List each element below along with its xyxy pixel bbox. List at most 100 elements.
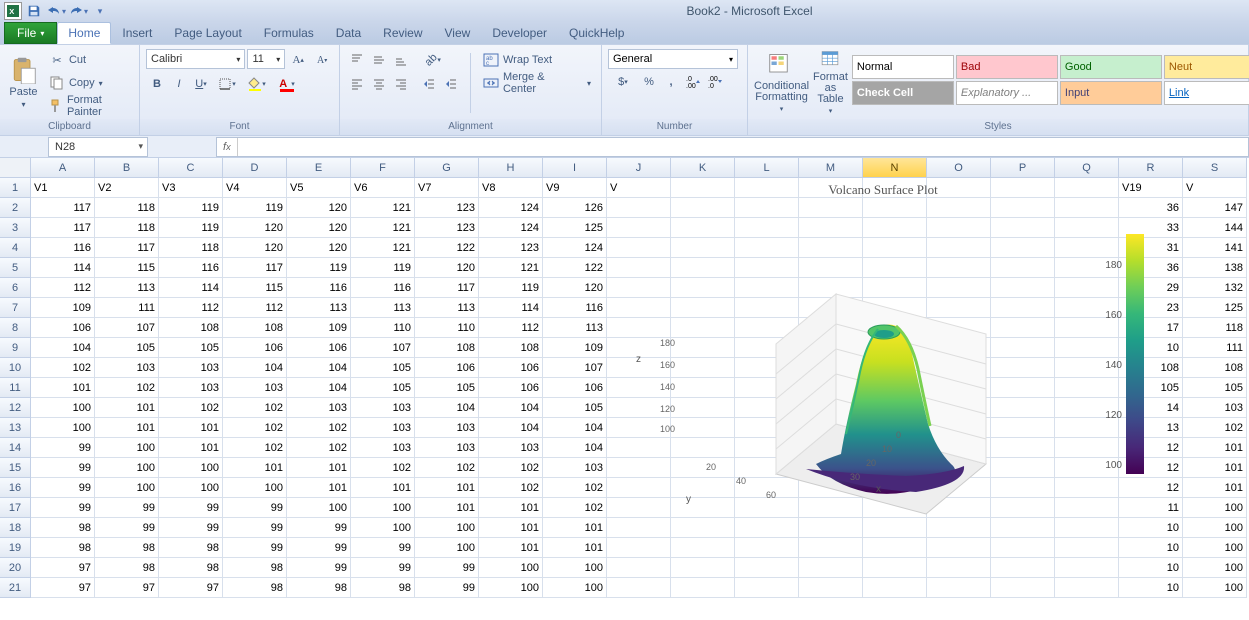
row-header[interactable]: 4: [0, 238, 31, 258]
cell[interactable]: 114: [31, 258, 95, 278]
cell[interactable]: 120: [543, 278, 607, 298]
cell[interactable]: 102: [415, 458, 479, 478]
select-all-corner[interactable]: [0, 158, 31, 178]
row-header[interactable]: 3: [0, 218, 31, 238]
cell[interactable]: 117: [223, 258, 287, 278]
row-header[interactable]: 1: [0, 178, 31, 198]
percent-button[interactable]: %: [638, 71, 660, 93]
cell[interactable]: 102: [223, 418, 287, 438]
cell[interactable]: 117: [31, 218, 95, 238]
row-header[interactable]: 2: [0, 198, 31, 218]
cell[interactable]: 98: [287, 578, 351, 598]
cell[interactable]: 118: [1183, 318, 1247, 338]
cell[interactable]: 105: [1183, 378, 1247, 398]
cell[interactable]: 100: [479, 578, 543, 598]
cell[interactable]: 104: [479, 398, 543, 418]
row-header[interactable]: 7: [0, 298, 31, 318]
tab-data[interactable]: Data: [325, 22, 372, 44]
column-header[interactable]: J: [607, 158, 671, 178]
column-header[interactable]: K: [671, 158, 735, 178]
grow-font-button[interactable]: A▴: [287, 49, 309, 71]
cell[interactable]: 141: [1183, 238, 1247, 258]
save-button[interactable]: [24, 2, 44, 20]
cell[interactable]: 101: [95, 418, 159, 438]
cell[interactable]: 121: [351, 218, 415, 238]
cell[interactable]: 120: [415, 258, 479, 278]
cell[interactable]: 111: [95, 298, 159, 318]
name-box[interactable]: N28: [48, 137, 148, 157]
cell[interactable]: 103: [95, 358, 159, 378]
column-header[interactable]: F: [351, 158, 415, 178]
cell[interactable]: 105: [351, 378, 415, 398]
cell[interactable]: 98: [351, 578, 415, 598]
cell[interactable]: 99: [287, 538, 351, 558]
cell[interactable]: 101: [95, 398, 159, 418]
cell[interactable]: 100: [31, 418, 95, 438]
cell[interactable]: 100: [1183, 578, 1247, 598]
cell[interactable]: 107: [543, 358, 607, 378]
cell[interactable]: 99: [159, 498, 223, 518]
cell[interactable]: 112: [31, 278, 95, 298]
style-good[interactable]: Good: [1060, 55, 1162, 79]
cell[interactable]: 108: [223, 318, 287, 338]
cell[interactable]: 102: [479, 458, 543, 478]
style-neutral[interactable]: Neut: [1164, 55, 1249, 79]
cell[interactable]: 102: [543, 478, 607, 498]
row-header[interactable]: 11: [0, 378, 31, 398]
cell[interactable]: 120: [287, 218, 351, 238]
row-header[interactable]: 21: [0, 578, 31, 598]
cell[interactable]: 99: [223, 538, 287, 558]
cell[interactable]: 103: [159, 378, 223, 398]
cell[interactable]: 106: [415, 358, 479, 378]
cell[interactable]: 100: [415, 518, 479, 538]
cell[interactable]: 100: [1183, 498, 1247, 518]
cell[interactable]: 99: [223, 518, 287, 538]
column-header[interactable]: L: [735, 158, 799, 178]
cell[interactable]: 104: [287, 358, 351, 378]
cell[interactable]: 100: [95, 438, 159, 458]
column-header[interactable]: O: [927, 158, 991, 178]
cell[interactable]: 125: [1183, 298, 1247, 318]
cell[interactable]: 108: [479, 338, 543, 358]
cell[interactable]: 124: [479, 218, 543, 238]
cell[interactable]: 100: [543, 578, 607, 598]
cell[interactable]: V6: [351, 178, 415, 198]
cell[interactable]: V7: [415, 178, 479, 198]
cell[interactable]: 121: [351, 238, 415, 258]
cell[interactable]: 101: [159, 418, 223, 438]
cell[interactable]: 103: [543, 458, 607, 478]
cell[interactable]: 100: [1183, 558, 1247, 578]
cell[interactable]: 104: [223, 358, 287, 378]
cell[interactable]: 104: [543, 438, 607, 458]
cell[interactable]: 101: [31, 378, 95, 398]
row-header[interactable]: 19: [0, 538, 31, 558]
cell[interactable]: 106: [287, 338, 351, 358]
cell[interactable]: 101: [479, 498, 543, 518]
cell[interactable]: 100: [159, 478, 223, 498]
cell[interactable]: 120: [223, 238, 287, 258]
cell[interactable]: 99: [31, 438, 95, 458]
column-header[interactable]: G: [415, 158, 479, 178]
cell[interactable]: 97: [95, 578, 159, 598]
cell[interactable]: 104: [479, 418, 543, 438]
align-center-button[interactable]: [368, 73, 390, 95]
cell[interactable]: 101: [223, 458, 287, 478]
cell[interactable]: 99: [223, 498, 287, 518]
cell[interactable]: 112: [479, 318, 543, 338]
tab-developer[interactable]: Developer: [481, 22, 558, 44]
cell[interactable]: 98: [159, 538, 223, 558]
cell[interactable]: 113: [415, 298, 479, 318]
cell[interactable]: 116: [287, 278, 351, 298]
format-painter-button[interactable]: Format Painter: [45, 95, 133, 117]
cell[interactable]: 110: [415, 318, 479, 338]
cell[interactable]: 119: [479, 278, 543, 298]
tab-file[interactable]: File▾: [4, 22, 57, 44]
cell[interactable]: 98: [31, 518, 95, 538]
accounting-format-button[interactable]: $▾: [608, 71, 638, 93]
cell[interactable]: 113: [543, 318, 607, 338]
cell[interactable]: 108: [415, 338, 479, 358]
tab-review[interactable]: Review: [372, 22, 433, 44]
cell[interactable]: V8: [479, 178, 543, 198]
cell[interactable]: 103: [159, 358, 223, 378]
cell-styles-gallery[interactable]: NormalBadGoodNeutCheck CellExplanatory .…: [852, 55, 1249, 117]
